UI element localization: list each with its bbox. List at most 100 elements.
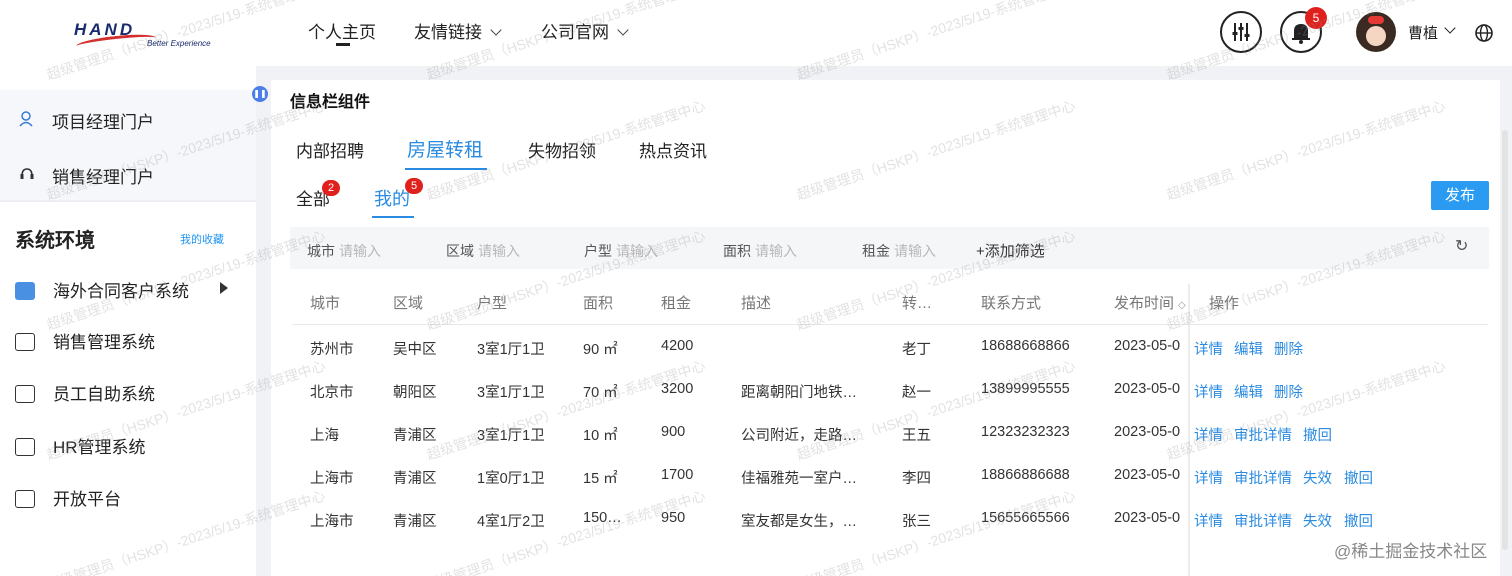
table-cell-city: 苏州市: [310, 342, 354, 358]
sidebar-item-label: 销售管理系统: [53, 333, 155, 352]
detail-link[interactable]: 详情: [1194, 338, 1223, 359]
nav-home-label: 个人主页: [308, 23, 376, 42]
nav-friend-links[interactable]: 友情链接: [414, 18, 502, 43]
refresh-icon[interactable]: ↻: [1455, 236, 1468, 256]
invalidate-link[interactable]: 失效: [1303, 510, 1332, 531]
filter-placeholder: 请输入: [339, 243, 381, 259]
table-cell-city: 上海市: [310, 471, 354, 487]
nav-company-site-label: 公司官网: [541, 23, 609, 42]
globe-icon[interactable]: [1474, 23, 1494, 43]
withdraw-link[interactable]: 撤回: [1344, 467, 1373, 488]
approval-detail-link[interactable]: 审批详情: [1234, 467, 1292, 488]
my-favorites-link[interactable]: 我的收藏: [180, 231, 224, 247]
table-cell-layout: 3室1厅1卫: [477, 342, 545, 358]
filter-rent[interactable]: 租金 请输入: [862, 241, 936, 261]
scrollbar[interactable]: [1502, 130, 1508, 550]
sidebar-item-employee-self-service[interactable]: 员工自助系统: [15, 380, 155, 405]
delete-link[interactable]: 删除: [1274, 338, 1303, 359]
edit-link[interactable]: 编辑: [1234, 338, 1263, 359]
table-cell-rent: 1700: [661, 467, 694, 483]
table-cell-layout: 1室0厅1卫: [477, 471, 545, 487]
nav-home[interactable]: 个人主页: [308, 18, 376, 43]
filter-label: 城市: [307, 243, 335, 259]
filter-placeholder: 请输入: [478, 243, 520, 259]
sidebar-item-hr-management[interactable]: HR管理系统: [15, 433, 146, 458]
invalidate-link[interactable]: 失效: [1303, 467, 1332, 488]
table-cell-person: 老丁: [902, 342, 931, 358]
sidebar-item-label: 项目经理门户: [52, 113, 154, 132]
approval-detail-link[interactable]: 审批详情: [1234, 424, 1292, 445]
table-cell-size: 10 ㎡: [583, 428, 618, 444]
withdraw-link[interactable]: 撤回: [1303, 424, 1332, 445]
subtab-all-badge: 2: [322, 180, 340, 196]
avatar-face: [1366, 26, 1386, 46]
table-cell-city: 上海: [310, 428, 339, 444]
sidebar-item-label: HR管理系统: [53, 438, 146, 457]
filter-label: 租金: [862, 243, 890, 259]
withdraw-link[interactable]: 撤回: [1344, 510, 1373, 531]
tab-lost-and-found[interactable]: 失物招领: [528, 137, 596, 162]
filter-size[interactable]: 面积 请输入: [723, 241, 797, 261]
collapse-icon: ❚❚: [253, 89, 267, 98]
sidebar-collapse-button[interactable]: ❚❚: [252, 86, 268, 102]
column-header-city: 城市: [310, 295, 341, 312]
table-cell-rent: 4200: [661, 338, 694, 354]
user-icon: [18, 110, 36, 133]
delete-link[interactable]: 删除: [1274, 381, 1303, 402]
company-logo[interactable]: HAND Better Experience: [74, 20, 224, 53]
settings-sliders-button[interactable]: [1220, 11, 1262, 53]
filter-layout[interactable]: 户型 请输入: [584, 241, 658, 261]
detail-link[interactable]: 详情: [1194, 424, 1223, 445]
detail-link[interactable]: 详情: [1194, 510, 1223, 531]
filter-city[interactable]: 城市 请输入: [307, 241, 381, 261]
filter-placeholder: 请输入: [894, 243, 936, 259]
column-header-description: 描述: [741, 295, 772, 312]
sidebar-item-label: 海外合同客户系统: [53, 282, 189, 301]
chevron-down-icon[interactable]: [1444, 22, 1456, 34]
column-header-label: 发布时间: [1114, 295, 1175, 312]
nav-friend-links-label: 友情链接: [414, 23, 482, 42]
add-filter-button[interactable]: +添加筛选: [976, 240, 1045, 261]
avatar[interactable]: [1356, 12, 1396, 52]
column-header-size: 面积: [583, 295, 614, 312]
user-name[interactable]: 曹植: [1408, 22, 1438, 43]
table-cell-area: 青浦区: [393, 428, 437, 444]
column-header-district: 区域: [393, 295, 424, 312]
table-cell-layout: 3室1厅1卫: [477, 428, 545, 444]
sidebar-item-sales-manager-portal[interactable]: 销售经理门户: [18, 163, 154, 188]
table-cell-date: 2023-05-0: [1114, 338, 1181, 354]
filter-district[interactable]: 区域 请输入: [446, 241, 520, 261]
filter-placeholder: 请输入: [616, 243, 658, 259]
sidebar-divider: [0, 200, 256, 202]
table-cell-date: 2023-05-0: [1114, 381, 1181, 397]
page-title: 信息栏组件: [290, 94, 371, 111]
tab-house-sublet[interactable]: 房屋转租: [407, 135, 483, 162]
filter-label: 户型: [584, 243, 612, 259]
caret-right-icon[interactable]: [220, 282, 228, 294]
logo-tagline: Better Experience: [147, 39, 211, 48]
sidebar-item-overseas-contract[interactable]: 海外合同客户系统: [15, 277, 189, 302]
table-cell-person: 王五: [902, 428, 931, 444]
sliders-icon: [1232, 23, 1250, 41]
table-cell-city: 上海市: [310, 514, 354, 530]
table-cell-layout: 3室1厅1卫: [477, 385, 545, 401]
detail-link[interactable]: 详情: [1194, 381, 1223, 402]
column-header-publish-time[interactable]: 发布时间 ◇: [1114, 292, 1186, 313]
table-cell-date: 2023-05-0: [1114, 467, 1181, 483]
chevron-down-icon: [617, 24, 629, 36]
tab-internal-recruitment[interactable]: 内部招聘: [296, 137, 364, 162]
filter-label: 面积: [723, 243, 751, 259]
approval-detail-link[interactable]: 审批详情: [1234, 510, 1292, 531]
sidebar-item-sales-management[interactable]: 销售管理系统: [15, 328, 155, 353]
sidebar-item-open-platform[interactable]: 开放平台: [15, 485, 121, 510]
detail-link[interactable]: 详情: [1194, 467, 1223, 488]
nav-company-site[interactable]: 公司官网: [541, 18, 629, 43]
calendar-icon: [15, 282, 35, 300]
edit-link[interactable]: 编辑: [1234, 381, 1263, 402]
table-cell-desc: 距离朝阳门地铁…: [741, 385, 857, 401]
sidebar-item-project-manager-portal[interactable]: 项目经理门户: [18, 108, 154, 133]
edit-icon: [15, 333, 35, 351]
tab-hot-news[interactable]: 热点资讯: [639, 137, 707, 162]
publish-button[interactable]: 发布: [1431, 181, 1489, 210]
table-header-divider: [292, 324, 1488, 325]
